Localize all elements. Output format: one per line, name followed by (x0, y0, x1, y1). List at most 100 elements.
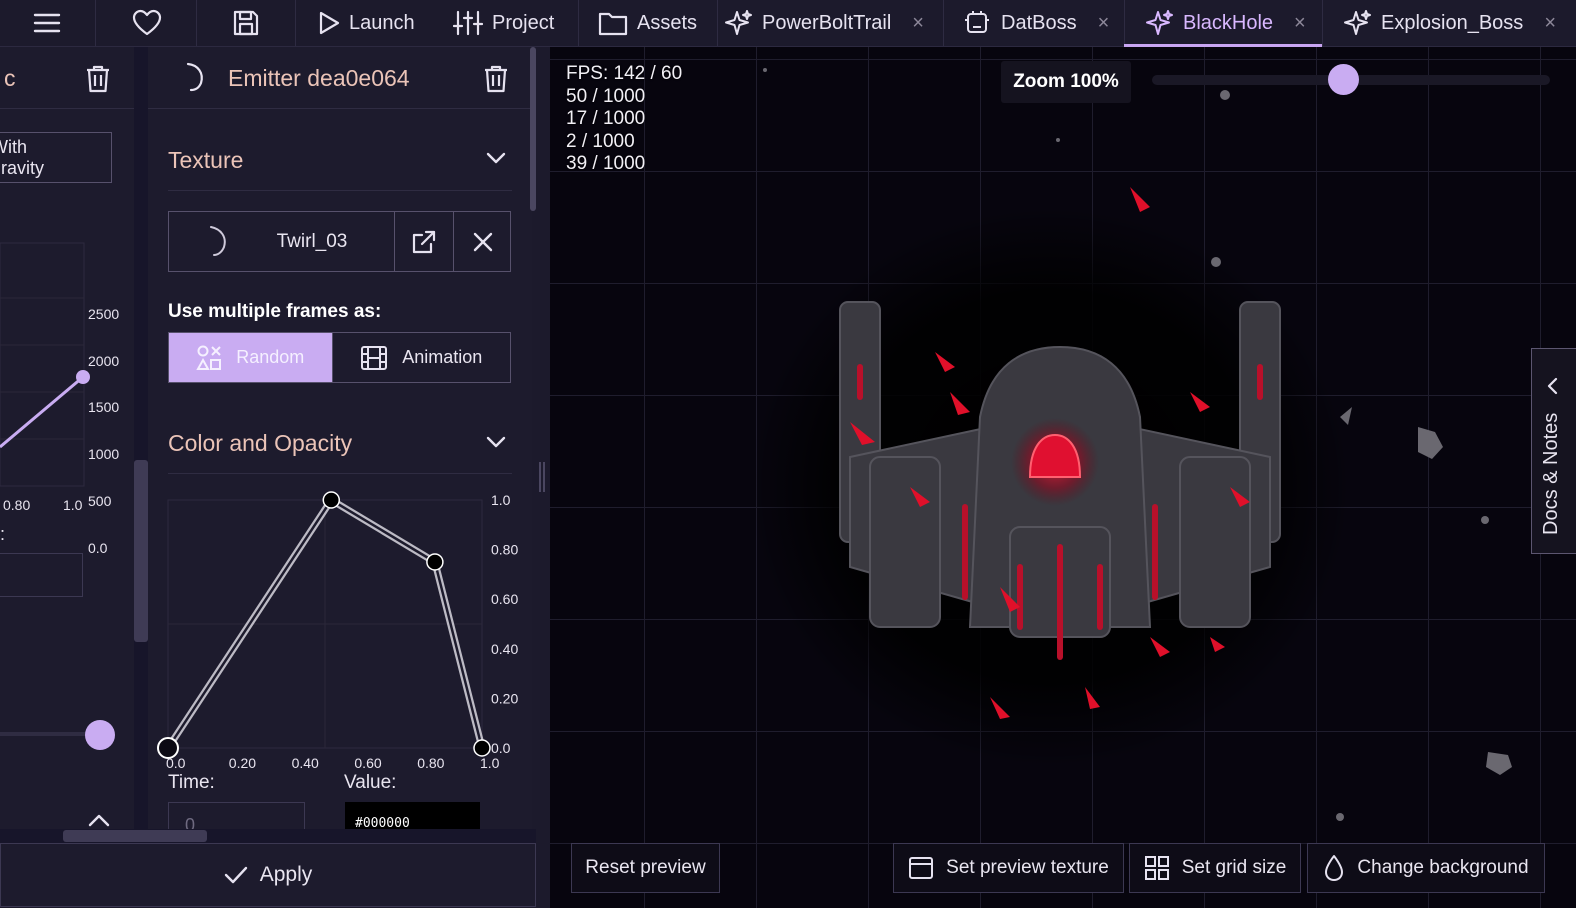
twirl-texture-icon (205, 224, 231, 258)
animation-option[interactable]: Animation (331, 333, 510, 382)
reset-preview-label: Reset preview (585, 857, 706, 878)
particle-stat: 2 / 1000 (566, 130, 635, 152)
horizontal-scrollbar-thumb[interactable] (63, 830, 207, 842)
robot-icon (965, 11, 989, 33)
y-tick: 0.0 (88, 539, 108, 556)
preview-canvas[interactable]: Docs & Notes (550, 47, 1576, 908)
folder-icon (598, 12, 628, 36)
panel-resize-handle[interactable] (537, 460, 547, 494)
frames-label: Use multiple frames as: (168, 301, 382, 322)
y-tick-label: 0.0 (491, 740, 511, 756)
twirl-texture-icon (182, 61, 208, 93)
trash-icon[interactable] (484, 65, 508, 93)
tab-explosion-boss[interactable]: Explosion_Boss × (1342, 0, 1556, 46)
emitter-title-fragment: c (4, 65, 16, 91)
field-label-fragment: : (0, 524, 6, 544)
y-tick-label: 1.0 (491, 492, 511, 508)
slider-knob[interactable] (85, 720, 115, 750)
zoom-slider-knob[interactable] (1328, 64, 1360, 95)
open-external-icon[interactable] (395, 212, 453, 271)
random-label: Random (236, 347, 305, 367)
frames-mode-toggle: Random Animation (168, 332, 511, 383)
curve-point[interactable] (426, 553, 444, 571)
image-frame-icon (909, 857, 934, 879)
value-label: Value: (344, 772, 397, 793)
emitter-panel: Emitter dea0e064 Texture Twirl_03 Use mu… (148, 47, 532, 843)
previous-emitter-panel: c With gravity 2500 2000 1500 1000 500 0… (0, 47, 134, 843)
project-label: Project (492, 11, 555, 34)
x-tick-label: 0.80 (417, 755, 444, 769)
sliders-icon (453, 10, 483, 36)
trash-icon[interactable] (86, 65, 110, 93)
x-tick-label: 0.20 (229, 755, 256, 769)
left-scrollbar-thumb[interactable] (134, 460, 148, 642)
y-tick-label: 0.20 (491, 690, 518, 706)
assets-label: Assets (637, 11, 698, 34)
y-tick: 500 (88, 492, 112, 509)
save-icon[interactable] (228, 0, 264, 46)
value-input[interactable] (0, 553, 83, 597)
chevron-down-icon[interactable] (486, 151, 506, 165)
set-grid-size-label: Set grid size (1181, 857, 1287, 878)
tab-blackhole[interactable]: BlackHole × (1144, 0, 1306, 46)
hamburger-menu-icon[interactable] (28, 0, 66, 46)
close-icon[interactable]: × (1544, 12, 1556, 35)
close-icon[interactable]: × (912, 12, 924, 35)
tab-label: DatBoss (1001, 11, 1077, 34)
reset-preview-button[interactable]: Reset preview (571, 843, 720, 893)
chevron-up-icon[interactable] (88, 813, 110, 827)
particle-stat: 17 / 1000 (566, 108, 646, 129)
y-tick: 2000 (88, 352, 120, 369)
particle-scene (750, 68, 1512, 821)
performance-stats: FPS: 142 / 60 50 / 1000 17 / 1000 2 / 10… (566, 63, 682, 176)
with-gravity-label: With gravity (0, 136, 45, 178)
sparkle-icon (1344, 10, 1371, 35)
panel-scrollbar-thumb[interactable] (530, 47, 536, 211)
y-tick: 1500 (88, 399, 120, 416)
particle-stat: 39 / 1000 (566, 153, 646, 174)
close-icon[interactable]: × (1294, 12, 1306, 35)
set-preview-texture-label: Set preview texture (946, 857, 1109, 878)
docs-notes-tab[interactable]: Docs & Notes (1531, 348, 1576, 554)
tab-powerbolttrail[interactable]: PowerBoltTrail × (723, 0, 924, 46)
texture-selector[interactable]: Twirl_03 (168, 211, 511, 272)
launch-label: Launch (349, 11, 415, 34)
chevron-left-icon (1546, 377, 1558, 395)
grid-icon (1144, 856, 1169, 880)
clear-texture-icon[interactable] (454, 212, 511, 271)
apply-label: Apply (259, 863, 313, 886)
x-tick-label: 0.60 (354, 755, 381, 769)
y-tick-label: 0.60 (491, 591, 518, 607)
opacity-curve-chart[interactable]: 1.0 0.80 0.60 0.40 0.20 0.0 0.0 0.20 0.40 0.60 0.8… (156, 487, 532, 769)
heart-icon[interactable] (128, 0, 166, 46)
emitter-title: Emitter dea0e064 (228, 65, 410, 91)
assets-button[interactable]: Assets (598, 0, 697, 46)
curve-point[interactable] (322, 491, 341, 509)
x-tick-label: 1.0 (480, 755, 500, 769)
x-tick-label: 0.0 (166, 755, 186, 769)
tab-label: Explosion_Boss (1381, 11, 1524, 34)
apply-button[interactable]: Apply (0, 843, 536, 907)
shapes-icon (196, 345, 222, 370)
curve-point[interactable] (473, 739, 491, 757)
with-gravity-button[interactable]: With gravity (0, 132, 112, 183)
launch-button[interactable]: Launch (318, 0, 415, 46)
set-preview-texture-button[interactable]: Set preview texture (893, 843, 1124, 893)
tab-datboss[interactable]: DatBoss × (962, 0, 1109, 46)
color-opacity-section-title: Color and Opacity (168, 430, 353, 456)
x-tick-label: 0.40 (292, 755, 319, 769)
texture-section-title: Texture (168, 147, 244, 173)
sparkle-icon (1146, 10, 1173, 35)
chevron-down-icon[interactable] (486, 435, 506, 449)
set-grid-size-button[interactable]: Set grid size (1129, 843, 1301, 893)
close-icon[interactable]: × (1098, 12, 1110, 35)
project-button[interactable]: Project (453, 0, 554, 46)
x-tick: 0.80 (3, 497, 31, 513)
random-option[interactable]: Random (169, 333, 332, 382)
change-background-button[interactable]: Change background (1307, 843, 1545, 893)
left-scrollbar[interactable] (134, 47, 148, 843)
play-icon (319, 11, 340, 35)
y-tick: 2500 (88, 306, 120, 322)
time-label: Time: (168, 772, 215, 793)
y-tick: 1000 (88, 446, 120, 463)
